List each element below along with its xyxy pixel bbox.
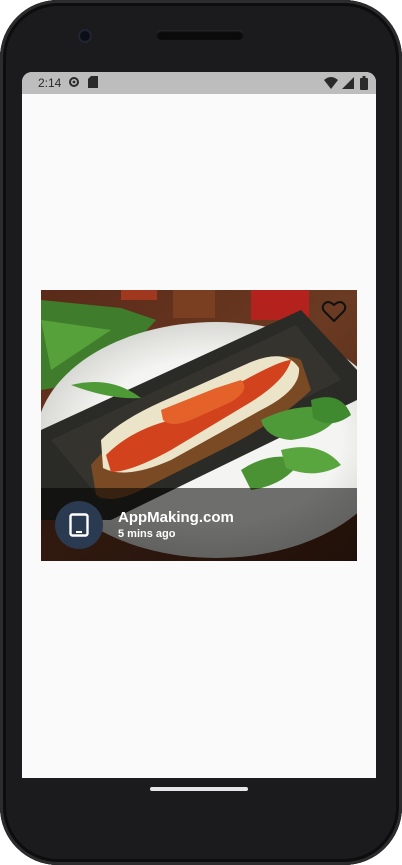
- signal-icon: [342, 77, 354, 89]
- post-info-overlay: AppMaking.com 5 mins ago: [41, 488, 357, 561]
- screen: 2:14 AppMaking.com 5 mins ago: [22, 72, 376, 778]
- home-gesture-bar[interactable]: [150, 787, 248, 791]
- tablet-icon: [69, 513, 89, 537]
- status-bar: 2:14: [22, 72, 376, 94]
- post-card[interactable]: AppMaking.com 5 mins ago: [41, 290, 357, 561]
- sd-card-icon: [88, 76, 98, 88]
- author-name[interactable]: AppMaking.com: [118, 509, 234, 526]
- gear-icon: [69, 77, 79, 87]
- battery-icon: [360, 76, 368, 90]
- front-camera: [78, 29, 92, 43]
- earpiece-speaker: [156, 30, 244, 40]
- phone-frame: 2:14 AppMaking.com 5 mins ago: [0, 0, 402, 865]
- heart-outline-icon[interactable]: [321, 300, 347, 324]
- post-time-ago: 5 mins ago: [118, 528, 176, 540]
- wifi-icon: [324, 77, 338, 89]
- status-time: 2:14: [38, 76, 62, 90]
- avatar[interactable]: [55, 501, 103, 549]
